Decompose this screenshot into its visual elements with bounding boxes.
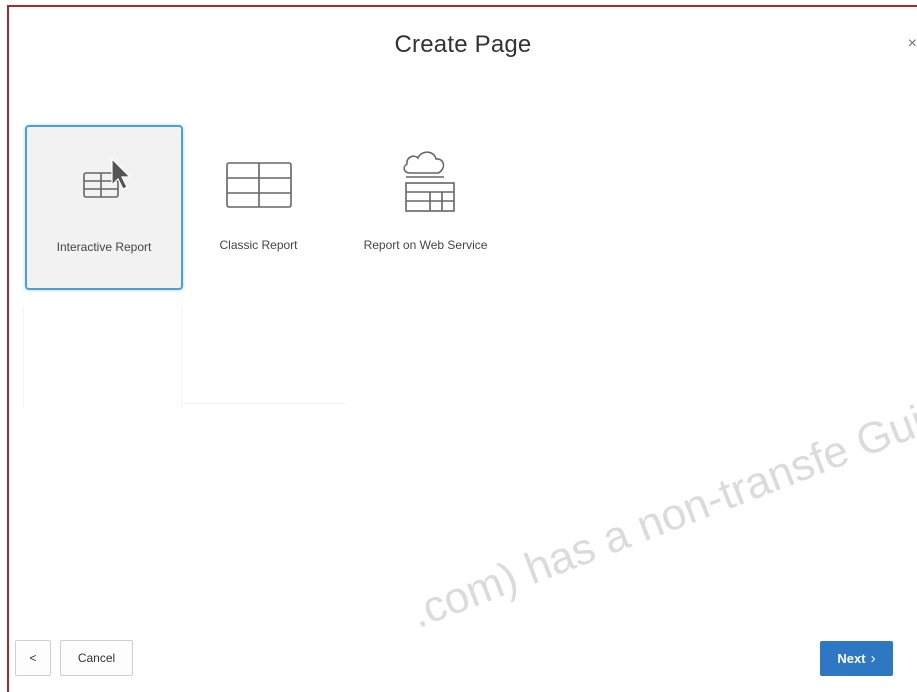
cancel-button[interactable]: Cancel bbox=[60, 640, 133, 676]
chevron-right-icon: › bbox=[870, 650, 876, 667]
background-ghost bbox=[181, 307, 182, 407]
option-classic-report[interactable]: Classic Report bbox=[196, 125, 321, 290]
dialog-title: Create Page bbox=[394, 31, 532, 58]
option-interactive-report[interactable]: Interactive Report bbox=[25, 125, 183, 290]
background-ghost bbox=[181, 403, 346, 404]
option-report-on-web-service[interactable]: Report on Web Service bbox=[343, 125, 508, 290]
next-button[interactable]: Next › bbox=[820, 641, 893, 676]
option-label: Classic Report bbox=[219, 238, 298, 252]
next-button-label: Next bbox=[837, 651, 866, 666]
back-button[interactable]: < bbox=[15, 640, 51, 676]
close-icon[interactable]: × bbox=[908, 35, 917, 53]
create-page-dialog: Create Page × Interactive Report Classic… bbox=[7, 5, 917, 692]
watermark-text: .com) has a non-transfe Guide. bbox=[404, 374, 917, 638]
interactive-report-icon bbox=[27, 155, 181, 215]
option-label: Interactive Report bbox=[56, 240, 152, 254]
cancel-button-label: Cancel bbox=[77, 651, 116, 665]
web-service-report-icon bbox=[343, 147, 508, 217]
chevron-left-icon: < bbox=[29, 651, 37, 665]
background-ghost bbox=[23, 307, 24, 407]
classic-report-icon bbox=[196, 153, 321, 213]
option-label: Report on Web Service bbox=[363, 238, 488, 252]
